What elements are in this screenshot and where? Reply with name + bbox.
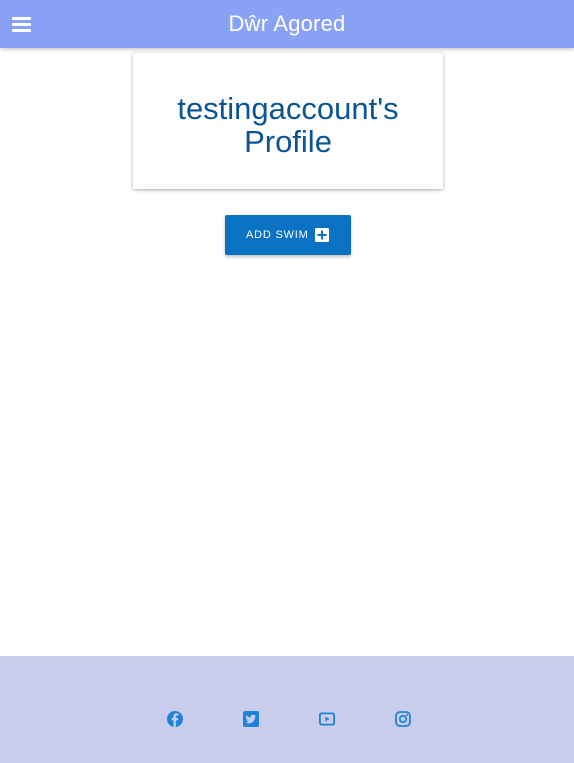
- add-swim-label: Add Swim: [246, 229, 309, 241]
- twitter-icon[interactable]: [242, 710, 260, 728]
- facebook-icon[interactable]: [166, 710, 184, 728]
- add-swim-button[interactable]: Add Swim: [225, 215, 351, 255]
- top-app-bar: Dŵr Agored: [0, 0, 574, 48]
- page: Dŵr Agored testingaccount's Profile Add …: [0, 0, 574, 763]
- footer: [0, 656, 574, 763]
- profile-title: testingaccount's Profile: [177, 91, 399, 159]
- profile-card: testingaccount's Profile: [133, 53, 443, 189]
- youtube-icon[interactable]: [318, 710, 336, 728]
- instagram-icon[interactable]: [394, 710, 412, 728]
- add-box-icon: [315, 228, 329, 242]
- app-title: Dŵr Agored: [228, 11, 346, 36]
